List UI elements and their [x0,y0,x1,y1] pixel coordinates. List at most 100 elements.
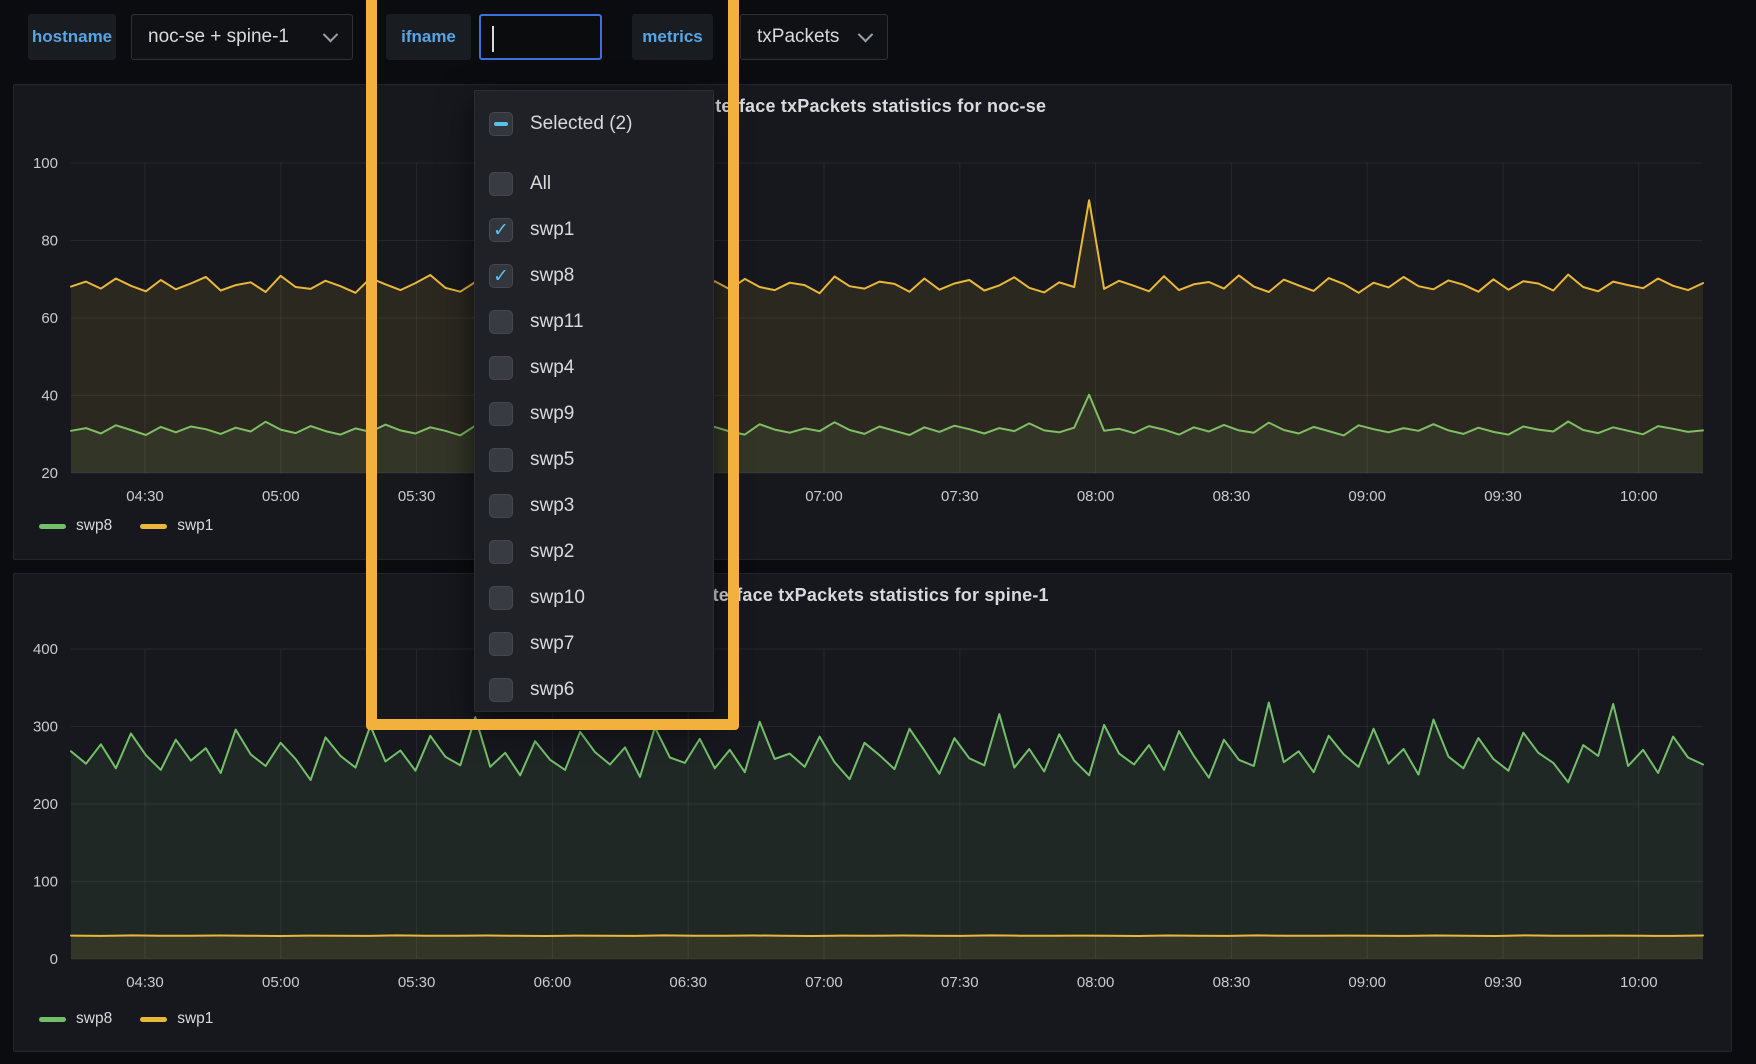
dropdown-option-swp1[interactable]: ✓ swp1 [489,207,713,253]
selected-summary-label: Selected (2) [530,113,632,135]
option-label: swp8 [530,265,574,287]
ifname-search-input[interactable] [479,14,602,60]
series-fill-swp1 [71,200,1703,473]
x-tick-label: 05:00 [262,974,300,991]
x-tick-label: 06:30 [669,974,707,991]
x-tick-label: 07:30 [941,974,979,991]
legend-item-swp1[interactable]: swp1 [140,1010,213,1028]
dropdown-selected-header[interactable]: Selected (2) [489,101,713,147]
unchecked-checkbox-icon [489,172,513,196]
series-line-swp1 [71,200,1703,293]
option-label: swp2 [530,541,574,563]
legend: swp8 swp1 [39,1010,213,1028]
indeterminate-checkbox-icon [489,112,513,136]
x-tick-label: 07:00 [805,974,843,991]
x-tick-label: 09:30 [1484,488,1522,505]
text-caret [492,26,494,52]
y-tick-label: 20 [41,465,58,482]
legend-label: swp8 [76,1010,112,1028]
panel-spine-1: 400300200100004:3005:0005:3006:0006:3007… [13,573,1732,1052]
y-tick-label: 400 [33,641,58,658]
panel-title[interactable]: Interface txPackets statistics for spine… [14,585,1731,606]
unchecked-checkbox-icon [489,494,513,518]
metrics-variable-select[interactable]: txPackets [740,14,888,60]
legend: swp8 swp1 [39,517,213,535]
legend-label: swp8 [76,517,112,535]
option-label: swp1 [530,219,574,241]
dropdown-option-swp7[interactable]: swp7 [489,621,713,667]
timeseries-plot-noc-se[interactable]: 1008060402004:3005:0005:3006:0006:3007:0… [14,85,1731,559]
x-tick-label: 05:30 [398,488,436,505]
metrics-value-text: txPackets [757,26,839,48]
x-tick-label: 09:00 [1348,488,1386,505]
grafana-dashboard: hostname noc-se + spine-1 ifname metrics… [0,0,1756,1064]
dropdown-option-swp6[interactable]: swp6 [489,667,713,713]
x-tick-label: 06:00 [534,974,572,991]
x-tick-label: 08:30 [1213,974,1251,991]
dropdown-option-swp5[interactable]: swp5 [489,437,713,483]
unchecked-checkbox-icon [489,448,513,472]
metrics-variable-label: metrics [632,14,713,60]
option-label: swp11 [530,311,584,333]
x-tick-label: 08:00 [1077,974,1115,991]
dropdown-option-swp11[interactable]: swp11 [489,299,713,345]
legend-label: swp1 [177,1010,213,1028]
legend-item-swp1[interactable]: swp1 [140,517,213,535]
unchecked-checkbox-icon [489,356,513,380]
dropdown-option-swp9[interactable]: swp9 [489,391,713,437]
ifname-variable-label: ifname [386,14,471,60]
hostname-variable-label: hostname [28,14,116,60]
unchecked-checkbox-icon [489,586,513,610]
ifname-options: All ✓ swp1 ✓ swp8 swp11 swp4 swp9 swp5 swp3 swp2 sw… [489,161,713,713]
chevron-down-icon [323,26,339,42]
option-label: swp3 [530,495,574,517]
option-label: All [530,173,551,195]
option-label: swp6 [530,679,574,701]
legend-color-dash [39,524,66,529]
dropdown-option-swp10[interactable]: swp10 [489,575,713,621]
legend-color-dash [140,1017,167,1022]
x-tick-label: 08:30 [1213,488,1251,505]
option-label: swp9 [530,403,574,425]
x-tick-label: 05:30 [398,974,436,991]
y-tick-label: 200 [33,796,58,813]
x-tick-label: 07:30 [941,488,979,505]
unchecked-checkbox-icon [489,310,513,334]
dropdown-option-swp8[interactable]: ✓ swp8 [489,253,713,299]
ifname-label-text: ifname [401,27,456,47]
x-tick-label: 05:00 [262,488,300,505]
y-tick-label: 80 [41,233,58,250]
legend-item-swp8[interactable]: swp8 [39,517,112,535]
y-tick-label: 60 [41,310,58,327]
y-tick-label: 100 [33,155,58,172]
x-tick-label: 07:00 [805,488,843,505]
x-tick-label: 04:30 [126,488,164,505]
series-fill-swp1 [71,935,1703,959]
y-tick-label: 100 [33,874,58,891]
x-tick-label: 04:30 [126,974,164,991]
x-tick-label: 10:00 [1620,974,1658,991]
series-line-swp1 [71,935,1703,936]
dropdown-option-All[interactable]: All [489,161,713,207]
legend-color-dash [140,524,167,529]
dropdown-option-swp2[interactable]: swp2 [489,529,713,575]
checked-checkbox-icon: ✓ [489,264,513,288]
legend-item-swp8[interactable]: swp8 [39,1010,112,1028]
metrics-label-text: metrics [642,27,702,47]
timeseries-plot-spine-1[interactable]: 400300200100004:3005:0005:3006:0006:3007… [14,574,1731,1051]
unchecked-checkbox-icon [489,402,513,426]
option-label: swp5 [530,449,574,471]
unchecked-checkbox-icon [489,632,513,656]
unchecked-checkbox-icon [489,678,513,702]
dropdown-option-swp3[interactable]: swp3 [489,483,713,529]
checked-checkbox-icon: ✓ [489,218,513,242]
x-tick-label: 08:00 [1077,488,1115,505]
legend-color-dash [39,1017,66,1022]
legend-label: swp1 [177,517,213,535]
y-tick-label: 40 [41,388,58,405]
dropdown-option-swp4[interactable]: swp4 [489,345,713,391]
hostname-label-text: hostname [32,27,112,47]
x-tick-label: 09:30 [1484,974,1522,991]
hostname-variable-select[interactable]: noc-se + spine-1 [131,14,353,60]
panel-title[interactable]: Interface txPackets statistics for noc-s… [14,96,1731,117]
